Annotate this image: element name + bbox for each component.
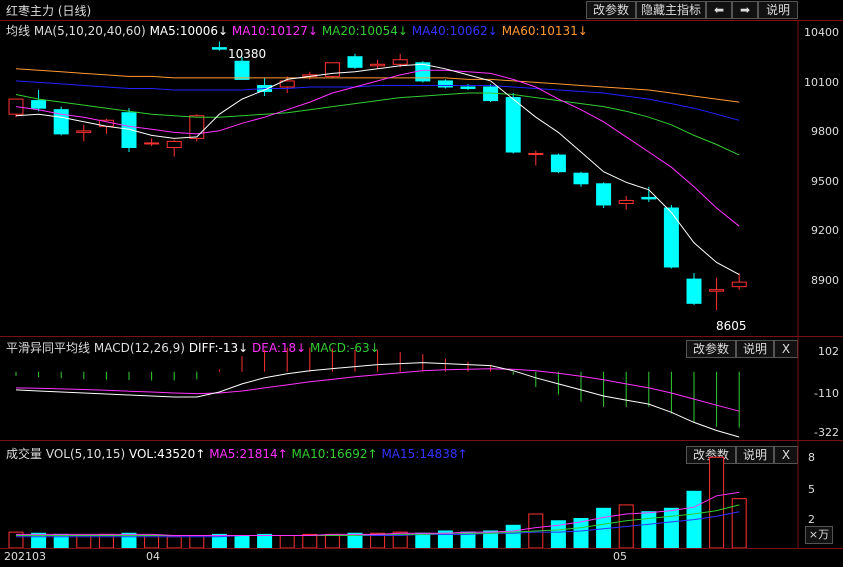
x-tick-04: 04 <box>146 550 160 563</box>
header-bar: 红枣主力 (日线) 改参数 隐藏主指标 ⬅ ➡ 说明 <box>0 0 843 20</box>
candle-down <box>641 196 657 200</box>
stock-title: 红枣主力 (日线) <box>6 4 92 18</box>
volume-bar-down <box>505 524 521 549</box>
candle-up <box>166 140 182 148</box>
volume-bar-down <box>663 507 679 549</box>
macd-y-tick-top: 102 <box>818 345 839 358</box>
volume-bar-down <box>641 511 657 549</box>
candle-down <box>347 56 363 68</box>
x-tick-202103: 202103 <box>4 550 46 563</box>
diff-line <box>15 362 740 438</box>
candle-down <box>550 154 566 173</box>
prev-arrow-button[interactable]: ⬅ <box>706 1 732 19</box>
ma5-line <box>15 63 740 276</box>
candle-down <box>505 97 521 153</box>
vol-y-tick-8: 8 <box>808 451 815 464</box>
macd-y-tick-mid: -110 <box>814 387 839 400</box>
volume-bar-up <box>144 535 160 549</box>
volume-bar-up <box>76 535 92 549</box>
candle-down <box>663 207 679 268</box>
volume-bar-up <box>279 535 295 549</box>
hide-main-indicator-button[interactable]: 隐藏主指标 <box>636 1 706 19</box>
candle-down <box>211 47 227 50</box>
candle-down <box>31 100 47 109</box>
candle-up <box>392 59 408 65</box>
candle-down <box>460 86 476 89</box>
volume-bar-up <box>324 533 340 549</box>
macd-y-tick-bottom: -322 <box>814 426 839 439</box>
candle-down <box>596 183 612 206</box>
volume-bar-up <box>302 533 318 549</box>
y-tick-9800: 9800 <box>811 125 839 138</box>
macd-chart <box>15 337 799 441</box>
candle-up <box>731 281 747 288</box>
volume-bar-down <box>257 533 273 549</box>
volume-bar-down <box>234 535 250 549</box>
y-tick-9200: 9200 <box>811 224 839 237</box>
volume-bar-down <box>415 532 431 549</box>
candle-down <box>121 112 137 148</box>
candle-up <box>618 199 634 204</box>
candle-down <box>686 278 702 304</box>
candle-up <box>189 115 205 139</box>
high-price-label: 10380 <box>228 47 267 61</box>
volume-bar-up <box>189 535 205 549</box>
change-params-button[interactable]: 改参数 <box>586 1 636 19</box>
help-button[interactable]: 说明 <box>758 1 798 19</box>
macd-panel: 平滑异同平均线 MACD(12,26,9) DIFF:-13↓ DEA:18↓ … <box>0 336 843 441</box>
x-tick-05: 05 <box>613 550 627 563</box>
candle-down <box>234 60 250 80</box>
next-arrow-button[interactable]: ➡ <box>732 1 758 19</box>
volume-chart <box>8 441 799 549</box>
price-panel: 均线 MA(5,10,20,40,60) MA5:10006↓ MA10:101… <box>0 20 843 337</box>
y-tick-9500: 9500 <box>811 175 839 188</box>
candle-up <box>76 130 92 133</box>
y-tick-8900: 8900 <box>811 274 839 287</box>
candle-up <box>144 142 160 145</box>
candle-down <box>437 80 453 88</box>
candlestick-chart <box>8 21 799 337</box>
vol-y-tick-2: 2 <box>808 513 815 526</box>
candle-down <box>573 172 589 185</box>
low-price-label: 8605 <box>716 319 747 333</box>
candle-up <box>370 63 386 67</box>
volume-bar-up <box>709 456 725 549</box>
candle-up <box>528 153 544 156</box>
y-tick-10400: 10400 <box>804 26 839 39</box>
volume-unit-badge[interactable]: ×万 <box>805 526 833 544</box>
candle-up <box>709 289 725 292</box>
vol-y-tick-5: 5 <box>808 483 815 496</box>
y-tick-10100: 10100 <box>804 76 839 89</box>
volume-bar-up <box>166 536 182 549</box>
x-axis: 202103 04 05 <box>0 548 843 567</box>
volume-panel: 成交量 VOL(5,10,15) VOL:43520↑ MA5:21814↑ M… <box>0 440 843 549</box>
dea-line <box>15 368 740 412</box>
